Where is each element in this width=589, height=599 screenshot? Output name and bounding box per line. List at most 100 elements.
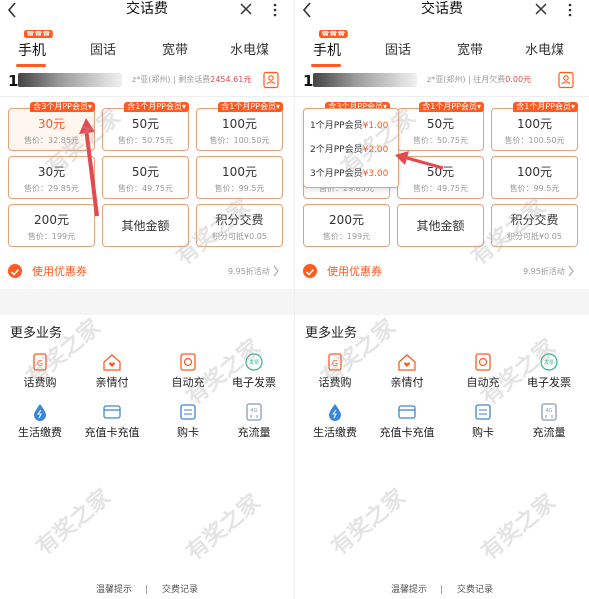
coupon-row[interactable]: 使用优惠券 9.95折活动: [295, 262, 589, 282]
svg-text:G: G: [332, 359, 338, 368]
card-amount: 积分交费: [215, 213, 264, 227]
card-amount: 50元: [426, 117, 455, 131]
svg-text:发票: 发票: [544, 359, 554, 366]
amount-card[interactable]: 50元 售价：50.75元 含1个月PP会员▾: [102, 102, 189, 151]
water-drop-icon: [34, 404, 46, 421]
phone-balance: 2454.61元: [210, 75, 252, 84]
card-label: 其他金额: [121, 219, 170, 233]
chevron-right-icon: [273, 265, 279, 277]
close-icon[interactable]: [238, 1, 254, 17]
dropdown-option[interactable]: 1个月PP会员¥1.00: [310, 117, 396, 135]
dropdown-option[interactable]: 2个月PP会员¥2.00: [310, 141, 396, 159]
tab-landline[interactable]: 固话: [385, 42, 411, 60]
amount-card[interactable]: 200元 售价：199元: [8, 204, 95, 247]
tab-landline[interactable]: 固话: [90, 42, 116, 60]
service-item[interactable]: 发票 电子发票: [214, 352, 294, 392]
amount-card[interactable]: 100元 售价：100.50元 含1个月PP会员▾: [196, 102, 283, 151]
phone-info: z*亚(郑州) | 往月欠费0.00元: [427, 75, 532, 84]
footer-records-link[interactable]: 交费记录: [457, 584, 493, 596]
close-icon[interactable]: [533, 1, 549, 17]
service-item[interactable]: 4G 充流量: [214, 402, 294, 442]
buy-card-icon: [180, 404, 196, 420]
svg-text:4G: 4G: [250, 408, 257, 414]
membership-tag[interactable]: 含1个月PP会员▾: [218, 102, 283, 112]
screen-right: 交话费 ☎☎☎ 手机 固话 宽带 水电煤 1 z*亚(郑州) | 往月欠费0.0…: [295, 0, 589, 599]
membership-tag[interactable]: 含1个月PP会员▾: [124, 102, 189, 112]
data-4g-icon: 4G: [246, 403, 262, 421]
service-item[interactable]: G 话费购: [295, 352, 375, 392]
service-item[interactable]: 生活缴费: [295, 402, 375, 442]
card-price: 售价：199元: [27, 232, 76, 241]
card-price: 售价：100.50元: [209, 136, 270, 145]
footer-tip-link[interactable]: 温馨提示: [96, 584, 132, 596]
header: 交话费: [295, 0, 589, 22]
service-item[interactable]: 发票 电子发票: [509, 352, 589, 392]
coupon-discount: 9.95折活动: [523, 267, 565, 276]
service-item[interactable]: G 话费购: [0, 352, 80, 392]
tab-mobile[interactable]: 手机: [18, 42, 46, 60]
amount-card[interactable]: 100元 售价：99.5元: [491, 156, 578, 199]
amount-card[interactable]: 积分交费 积分可抵¥0.05: [196, 204, 283, 247]
phone-row: 1 z*亚(郑州) | 往月欠费0.00元: [295, 70, 589, 94]
more-icon[interactable]: [567, 2, 573, 18]
footer: 温馨提示 | 交费记录: [0, 584, 294, 598]
service-label: 亲情付: [390, 376, 424, 389]
service-label: 生活缴费: [18, 426, 62, 439]
tab-broadband[interactable]: 宽带: [457, 42, 483, 60]
tab-broadband[interactable]: 宽带: [162, 42, 188, 60]
amount-card[interactable]: 其他金额: [397, 204, 484, 247]
service-item[interactable]: 亲情付: [72, 352, 152, 392]
svg-text:发票: 发票: [249, 359, 259, 366]
dropdown-option[interactable]: 3个月PP会员¥3.00: [310, 165, 396, 183]
svg-text:4G: 4G: [545, 408, 552, 414]
amount-card[interactable]: 100元 售价：99.5元: [196, 156, 283, 199]
amount-card[interactable]: 50元 售价：49.75元: [102, 156, 189, 199]
more-icon[interactable]: [272, 2, 278, 18]
service-item[interactable]: 充值卡充值: [72, 402, 152, 442]
service-label: 话费购: [23, 376, 57, 389]
footer-tip-link[interactable]: 温馨提示: [391, 584, 427, 596]
tab-badge: ☎☎☎: [319, 30, 348, 38]
g-card-icon: G: [328, 353, 342, 371]
membership-tag[interactable]: 含3个月PP会员▾: [30, 102, 95, 112]
service-label: 话费购: [318, 376, 352, 389]
service-item[interactable]: 充值卡充值: [367, 402, 447, 442]
amount-card[interactable]: 其他金额: [102, 204, 189, 247]
service-item[interactable]: 生活缴费: [0, 402, 80, 442]
home-heart-icon: [103, 354, 121, 371]
card-amount: 50元: [131, 165, 160, 179]
phone-number-mask[interactable]: [18, 73, 122, 87]
phone-number-mask[interactable]: [313, 73, 417, 87]
tab-utilities[interactable]: 水电煤: [230, 42, 269, 60]
coupon-row[interactable]: 使用优惠券 9.95折活动: [0, 262, 294, 282]
membership-tag[interactable]: 含1个月PP会员▾: [419, 102, 484, 112]
tab-bar: ☎☎☎ 手机 固话 宽带 水电煤: [0, 28, 294, 68]
amount-card[interactable]: 50元 售价：50.75元 含1个月PP会员▾: [397, 102, 484, 151]
tab-utilities[interactable]: 水电煤: [525, 42, 564, 60]
tab-mobile[interactable]: 手机: [313, 42, 341, 60]
invoice-icon: 发票: [245, 353, 263, 371]
service-item[interactable]: 4G 充流量: [509, 402, 589, 442]
membership-tag[interactable]: 含1个月PP会员▾: [513, 102, 578, 112]
tab-underline: [311, 64, 341, 67]
contact-book-icon[interactable]: [557, 71, 575, 89]
auto-refill-icon: [180, 353, 196, 371]
card-amount: 50元: [131, 117, 160, 131]
check-icon[interactable]: [8, 264, 22, 278]
footer-records-link[interactable]: 交费记录: [162, 584, 198, 596]
divider: [295, 96, 589, 97]
check-icon[interactable]: [303, 264, 317, 278]
service-label: 电子发票: [527, 376, 571, 389]
card-label: 其他金额: [416, 219, 465, 233]
chevron-right-icon: [568, 265, 574, 277]
card-amount: 积分交费: [510, 213, 559, 227]
service-item[interactable]: 亲情付: [367, 352, 447, 392]
amount-card[interactable]: 30元售价：29.85元: [8, 156, 95, 199]
amount-card[interactable]: 积分交费 积分可抵¥0.05: [491, 204, 578, 247]
amount-card[interactable]: 50元 售价：49.75元: [397, 156, 484, 199]
service-label: 充值卡充值: [84, 426, 140, 439]
contact-book-icon[interactable]: [262, 71, 280, 89]
amount-card[interactable]: 30元售价：32.85元 含3个月PP会员▾: [8, 102, 95, 151]
amount-card[interactable]: 200元 售价：199元: [303, 204, 390, 247]
amount-card[interactable]: 100元 售价：100.50元 含1个月PP会员▾: [491, 102, 578, 151]
